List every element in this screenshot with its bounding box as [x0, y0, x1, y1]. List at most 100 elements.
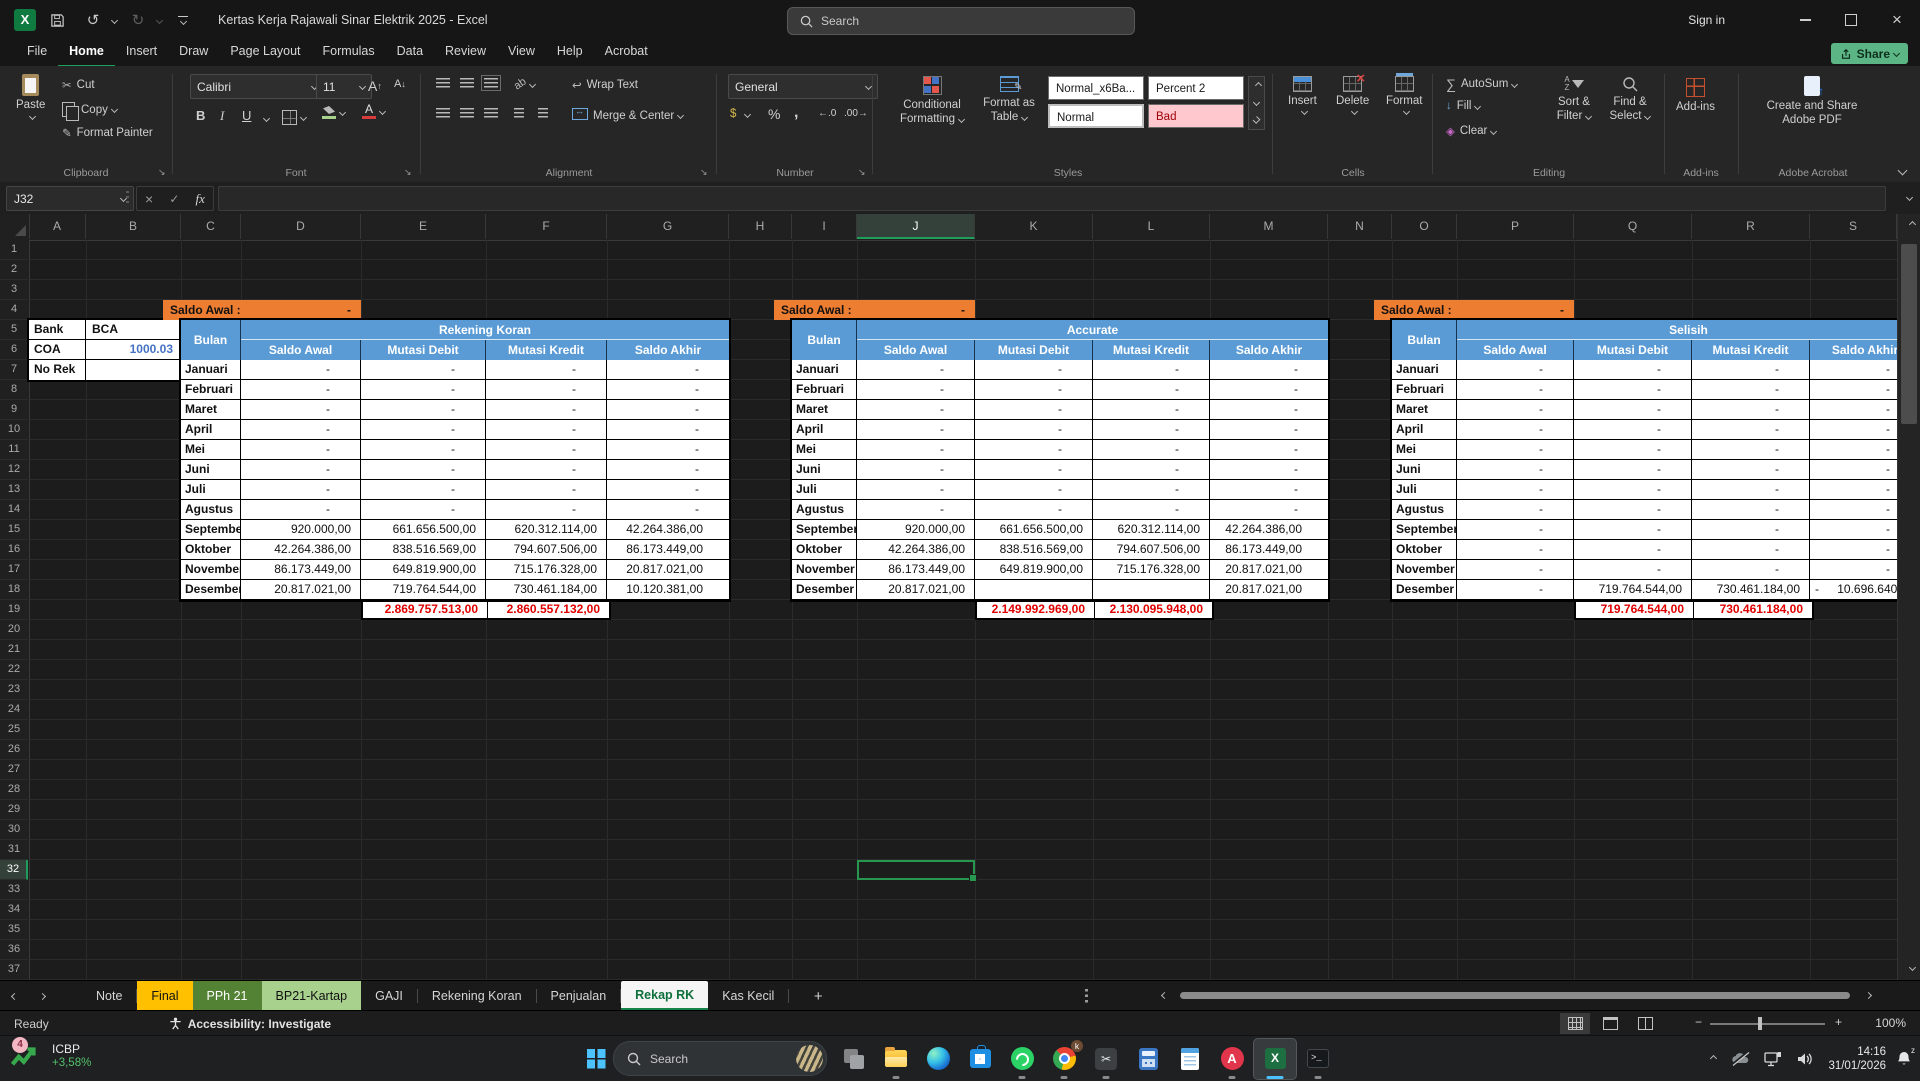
value-cell[interactable]: - — [1457, 400, 1574, 420]
decrease-indent-button[interactable] — [514, 108, 524, 118]
column-header-F[interactable]: F — [486, 214, 607, 239]
value-cell[interactable]: - — [486, 400, 607, 420]
menu-tab-view[interactable]: View — [497, 39, 546, 65]
row-header-14[interactable]: 14 — [0, 500, 28, 520]
value-cell[interactable]: - — [1574, 420, 1692, 440]
value-cell[interactable]: 730.461.184,00 — [1692, 580, 1810, 600]
titlebar-search-box[interactable]: Search — [787, 7, 1135, 35]
row-header-12[interactable]: 12 — [0, 460, 28, 480]
value-cell[interactable]: - — [1574, 360, 1692, 380]
zoom-slider-track[interactable] — [1710, 1023, 1825, 1025]
value-cell[interactable]: - — [857, 480, 975, 500]
value-cell[interactable]: 715.176.328,00 — [486, 560, 607, 580]
value-cell[interactable]: - — [1692, 560, 1810, 580]
value-cell[interactable]: - — [857, 440, 975, 460]
month-cell-agustus[interactable]: Agustus — [1392, 500, 1457, 520]
style-normal-x6ba[interactable]: Normal_x6Ba... — [1048, 76, 1144, 100]
value-cell[interactable]: - — [1692, 520, 1810, 540]
scroll-up-icon[interactable] — [1909, 221, 1916, 228]
value-cell[interactable]: 920.000,00 — [241, 520, 361, 540]
value-cell[interactable]: - — [607, 480, 729, 500]
column-header-I[interactable]: I — [792, 214, 857, 239]
value-cell[interactable]: - — [607, 500, 729, 520]
sheet-tab-kas-kecil[interactable]: Kas Kecil — [708, 981, 788, 1011]
row-header-5[interactable]: 5 — [0, 320, 28, 340]
subheader-mutasi-kredit[interactable]: Mutasi Kredit — [1093, 340, 1210, 360]
merge-center-button[interactable]: Merge & Center — [572, 108, 683, 123]
month-cell-desember[interactable]: Desember — [181, 580, 241, 600]
expand-formula-bar-icon[interactable] — [1906, 194, 1913, 201]
vertical-scrollbar[interactable] — [1897, 214, 1920, 980]
align-middle-button[interactable] — [460, 78, 474, 88]
value-cell[interactable]: - — [607, 400, 729, 420]
month-cell-april[interactable]: April — [181, 420, 241, 440]
value-cell[interactable]: - — [1810, 400, 1897, 420]
chrome-button[interactable]: k — [1043, 1039, 1085, 1079]
comma-style-button[interactable]: , — [794, 104, 798, 122]
menu-tab-page-layout[interactable]: Page Layout — [219, 39, 311, 65]
close-button[interactable] — [1874, 0, 1920, 40]
total-cell[interactable]: 2.869.757.513,00 — [363, 602, 488, 618]
number-format-combo[interactable]: General — [728, 74, 878, 99]
font-name-combo[interactable]: Calibri — [190, 74, 324, 99]
bulan-header-cell[interactable]: Bulan — [1392, 320, 1457, 360]
value-cell[interactable]: 620.312.114,00 — [486, 520, 607, 540]
value-cell[interactable]: - — [1093, 480, 1210, 500]
row-header-11[interactable]: 11 — [0, 440, 28, 460]
undo-dropdown-icon[interactable] — [111, 16, 118, 23]
value-cell[interactable]: - — [1810, 540, 1897, 560]
value-cell[interactable]: 719.764.544,00 — [361, 580, 486, 600]
font-size-combo[interactable]: 11 — [316, 74, 372, 99]
cancel-entry-icon[interactable] — [145, 191, 153, 207]
subheader-saldo-awal[interactable]: Saldo Awal — [241, 340, 361, 360]
network-icon[interactable] — [1764, 1051, 1782, 1067]
value-cell[interactable]: - — [1692, 440, 1810, 460]
value-cell[interactable]: 838.516.569,00 — [975, 540, 1093, 560]
row-header-24[interactable]: 24 — [0, 700, 28, 720]
month-cell-januari[interactable]: Januari — [1392, 360, 1457, 380]
row-header-20[interactable]: 20 — [0, 620, 28, 640]
total-cell[interactable]: 719.764.544,00 — [1576, 602, 1694, 618]
sheet-tab-rekening-koran[interactable]: Rekening Koran — [418, 981, 536, 1011]
sheet-tab-note[interactable]: Note — [82, 981, 136, 1011]
value-cell[interactable]: - — [1810, 520, 1897, 540]
row-header-34[interactable]: 34 — [0, 900, 28, 920]
row-header-3[interactable]: 3 — [0, 280, 28, 300]
value-cell[interactable]: - — [1093, 400, 1210, 420]
value-cell[interactable]: 649.819.900,00 — [361, 560, 486, 580]
delete-cells-button[interactable]: Delete — [1336, 76, 1369, 114]
value-cell[interactable]: - — [1574, 480, 1692, 500]
value-cell[interactable]: - — [1574, 380, 1692, 400]
month-cell-september[interactable]: September — [1392, 520, 1457, 540]
value-cell[interactable]: - — [1210, 360, 1328, 380]
hscroll-left-icon[interactable] — [1161, 992, 1168, 999]
column-header-D[interactable]: D — [241, 214, 361, 239]
value-cell[interactable]: - — [361, 440, 486, 460]
row-header-25[interactable]: 25 — [0, 720, 28, 740]
column-header-L[interactable]: L — [1093, 214, 1210, 239]
increase-indent-button[interactable] — [538, 108, 548, 118]
value-cell[interactable]: - — [1457, 460, 1574, 480]
month-cell-juli[interactable]: Juli — [792, 480, 857, 500]
menu-tab-formulas[interactable]: Formulas — [312, 39, 386, 65]
month-cell-juni[interactable]: Juni — [1392, 460, 1457, 480]
row-header-8[interactable]: 8 — [0, 380, 28, 400]
column-header-M[interactable]: M — [1210, 214, 1328, 239]
underline-button[interactable] — [242, 108, 251, 123]
sheet-tab-final[interactable]: Final — [137, 981, 192, 1011]
column-header-C[interactable]: C — [181, 214, 241, 239]
value-cell[interactable]: - — [1093, 440, 1210, 460]
sheet-tab-bp21-kartap[interactable]: BP21-Kartap — [262, 981, 362, 1011]
align-bottom-button[interactable] — [484, 78, 498, 88]
maximize-button[interactable] — [1828, 0, 1874, 40]
bulan-header-cell[interactable]: Bulan — [792, 320, 857, 360]
bulan-header-cell[interactable]: Bulan — [181, 320, 241, 360]
value-cell[interactable]: - — [857, 420, 975, 440]
subheader-saldo-akhir[interactable]: Saldo Akhir — [1810, 340, 1897, 360]
total-cell[interactable]: 730.461.184,00 — [1694, 602, 1812, 618]
notifications-bell-icon[interactable]: z — [1896, 1050, 1912, 1067]
column-header-B[interactable]: B — [86, 214, 181, 239]
value-cell[interactable]: - — [857, 380, 975, 400]
excel-taskbar-button[interactable] — [1253, 1038, 1297, 1080]
value-cell[interactable]: - — [1093, 420, 1210, 440]
